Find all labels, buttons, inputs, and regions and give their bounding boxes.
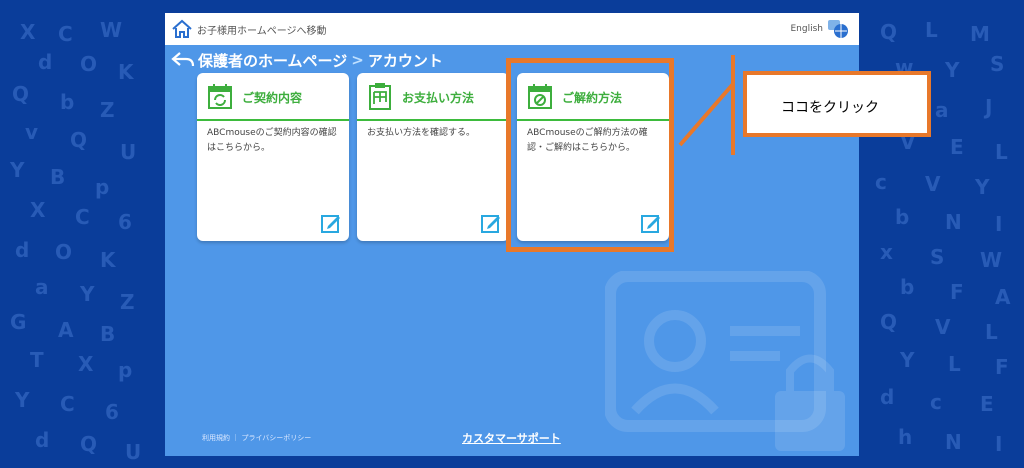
click-here-callout: ココをクリック	[743, 71, 931, 137]
callout-text: ココをクリック	[781, 100, 879, 116]
